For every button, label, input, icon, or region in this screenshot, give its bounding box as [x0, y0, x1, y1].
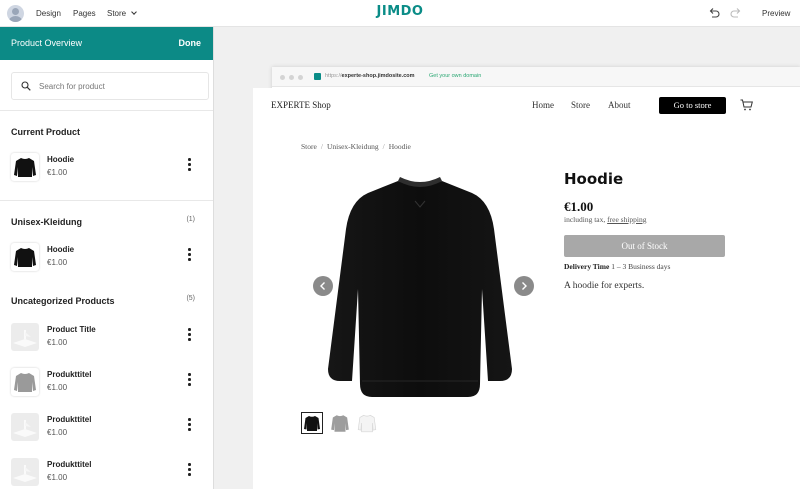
product-price: €1.00: [47, 258, 68, 267]
site-nav-about[interactable]: About: [608, 100, 631, 110]
more-options-icon[interactable]: [184, 463, 194, 479]
divider: [0, 200, 213, 201]
product-name: Produkttitel: [47, 460, 92, 469]
more-options-icon[interactable]: [184, 373, 194, 389]
chevron-right-icon: [522, 282, 527, 290]
product-title: Hoodie: [564, 170, 624, 188]
out-of-stock-button[interactable]: Out of Stock: [564, 235, 725, 257]
product-price: €1.00: [564, 199, 594, 214]
product-name: Produkttitel: [47, 370, 92, 379]
window-dot: [280, 75, 285, 80]
delivery-time: Delivery Time 1 – 3 Business days: [564, 262, 670, 271]
product-price: €1.00: [47, 338, 68, 347]
placeholder-thumbnail: [11, 458, 39, 486]
placeholder-thumbnail: [11, 413, 39, 441]
delivery-label: Delivery Time: [564, 262, 610, 271]
breadcrumb-item[interactable]: Hoodie: [389, 142, 411, 151]
browser-bar: https://experte-shop.jimdosite.com Get y…: [272, 67, 800, 87]
section-title-uncategorized: Uncategorized Products: [11, 296, 115, 306]
site-icon: [314, 73, 321, 80]
product-thumbnail: [11, 243, 39, 271]
shipping-link[interactable]: free shipping: [607, 215, 646, 224]
url-protocol: https://: [325, 73, 342, 79]
list-item[interactable]: Hoodie €1.00: [0, 153, 213, 193]
product-price: €1.00: [47, 428, 68, 437]
tax-note: including tax, free shipping: [564, 215, 647, 224]
avatar[interactable]: [7, 5, 24, 22]
nav-design[interactable]: Design: [36, 0, 61, 27]
list-item[interactable]: Hoodie €1.00: [0, 243, 213, 283]
breadcrumb-item[interactable]: Store: [301, 142, 317, 151]
get-domain-link[interactable]: Get your own domain: [429, 73, 481, 79]
product-price: €1.00: [47, 383, 68, 392]
section-count: (5): [186, 295, 195, 302]
window-dot: [298, 75, 303, 80]
more-options-icon[interactable]: [184, 418, 194, 434]
product-price: €1.00: [47, 168, 68, 177]
divider: [0, 110, 213, 111]
next-image-button[interactable]: [514, 276, 534, 296]
product-name: Product Title: [47, 325, 96, 334]
list-item[interactable]: Product Title €1.00: [0, 323, 213, 363]
list-item[interactable]: Produkttitel €1.00: [0, 413, 213, 453]
section-title-unisex: Unisex-Kleidung: [11, 217, 83, 227]
product-image: [328, 177, 512, 397]
url-text: https://experte-shop.jimdosite.com: [325, 73, 415, 79]
list-item[interactable]: Produkttitel €1.00: [0, 458, 213, 489]
window-dot: [289, 75, 294, 80]
done-button[interactable]: Done: [179, 38, 202, 48]
top-bar: Design Pages Store JIMDO Preview: [0, 0, 800, 27]
site-nav-home[interactable]: Home: [532, 100, 554, 110]
product-overview-panel: Product Overview Done Current Product Ho…: [0, 27, 214, 489]
delivery-value: 1 – 3 Business days: [611, 262, 671, 271]
search-icon: [21, 81, 31, 91]
url-domain: experte-shop.jimdosite.com: [341, 73, 415, 79]
panel-header: Product Overview Done: [0, 27, 213, 60]
tax-text: including tax,: [564, 215, 606, 224]
shop-name[interactable]: EXPERTE Shop: [271, 100, 331, 110]
product-price: €1.00: [47, 473, 68, 482]
thumbnail-black[interactable]: [301, 412, 323, 434]
cart-icon[interactable]: [740, 99, 753, 111]
section-title-current: Current Product: [11, 127, 81, 137]
chevron-down-icon: [131, 9, 137, 15]
breadcrumb-item[interactable]: Unisex-Kleidung: [327, 142, 379, 151]
nav-pages[interactable]: Pages: [73, 0, 96, 27]
product-description: A hoodie for experts.: [564, 281, 645, 291]
site-nav-store[interactable]: Store: [571, 100, 590, 110]
more-options-icon[interactable]: [184, 248, 194, 264]
more-options-icon[interactable]: [184, 158, 194, 174]
product-name: Hoodie: [47, 155, 75, 164]
thumbnail-white[interactable]: [356, 412, 378, 434]
search-input[interactable]: [39, 79, 199, 94]
panel-title: Product Overview: [11, 38, 83, 48]
section-count: (1): [186, 216, 195, 223]
prev-image-button[interactable]: [313, 276, 333, 296]
product-name: Hoodie: [47, 245, 75, 254]
breadcrumb: Store / Unisex-Kleidung / Hoodie: [301, 142, 411, 151]
more-options-icon[interactable]: [184, 328, 194, 344]
search-box[interactable]: [11, 72, 209, 100]
list-item[interactable]: Produkttitel €1.00: [0, 368, 213, 408]
nav-store[interactable]: Store: [107, 0, 137, 27]
thumbnail-grey[interactable]: [329, 412, 351, 434]
go-to-store-button[interactable]: Go to store: [659, 97, 726, 114]
preview-button[interactable]: Preview: [762, 0, 790, 27]
nav-store-label: Store: [107, 9, 127, 18]
undo-icon[interactable]: [708, 7, 720, 19]
chevron-left-icon: [320, 282, 325, 290]
placeholder-thumbnail: [11, 323, 39, 351]
redo-icon[interactable]: [730, 7, 742, 19]
product-name: Produkttitel: [47, 415, 92, 424]
product-thumbnail: [11, 153, 39, 181]
product-thumbnail: [11, 368, 39, 396]
